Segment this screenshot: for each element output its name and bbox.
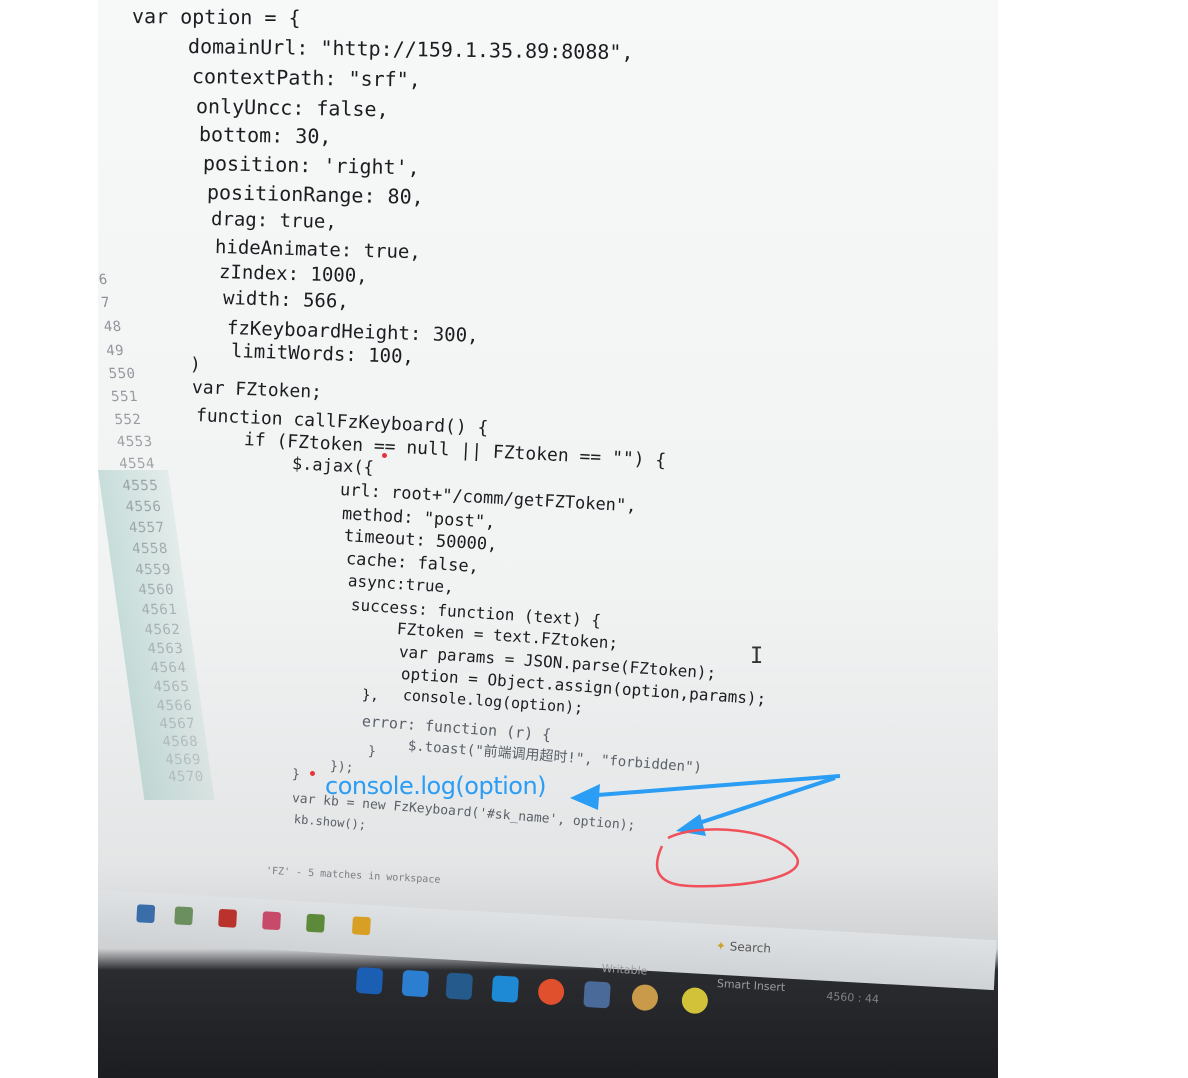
code-line[interactable]: }: [291, 767, 300, 783]
code-line[interactable]: $.ajax({: [291, 454, 374, 478]
line-number: 4555: [121, 478, 160, 494]
line-number: 4564: [149, 660, 188, 676]
toolbar-tool-icon[interactable]: [262, 911, 282, 931]
line-number: 4562: [143, 622, 182, 638]
line-number: 4570: [167, 769, 205, 785]
breakpoint-marker[interactable]: [310, 771, 315, 776]
text-cursor-icon: I: [750, 644, 764, 669]
line-number: 550: [107, 366, 137, 382]
code-line[interactable]: $.toast("前端调用超时!", "forbidden"): [407, 735, 702, 777]
code-line[interactable]: kb.show();: [293, 812, 366, 832]
line-number: 49: [105, 343, 126, 359]
code-line[interactable]: var option = {: [132, 4, 301, 30]
code-line[interactable]: var FZtoken;: [192, 377, 323, 403]
toolbar-tool-icon[interactable]: [174, 906, 194, 926]
line-number: 48: [102, 319, 123, 335]
line-number: 4568: [161, 734, 199, 750]
line-number: 552: [113, 412, 143, 428]
line-number: 4559: [134, 562, 172, 578]
search-tab[interactable]: ✦ Search: [715, 939, 771, 956]
toolbar-tool-icon[interactable]: [136, 904, 156, 924]
taskbar-app-icon[interactable]: [681, 986, 709, 1015]
edge-browser-icon[interactable]: [491, 975, 519, 1003]
line-number: 4553: [116, 434, 154, 450]
line-number: 4560: [137, 582, 175, 598]
code-line[interactable]: drag: true,: [211, 208, 337, 233]
monitor-photo: 6 7 48 49 550 551 552 4553 4554 4555 4556 4557 4558 4…: [98, 0, 998, 1078]
code-line[interactable]: onlyUncc: false,: [196, 94, 389, 121]
toolbar-tool-icon[interactable]: [218, 908, 238, 928]
code-line[interactable]: positionRange: 80,: [207, 180, 424, 209]
code-line[interactable]: ): [190, 354, 202, 375]
search-results-summary: 'FZ' - 5 matches in workspace: [265, 865, 441, 886]
code-line[interactable]: hideAnimate: true,: [215, 236, 421, 263]
code-line[interactable]: contextPath: "srf",: [192, 64, 421, 92]
line-number: 4558: [131, 541, 169, 557]
line-number: 7: [100, 295, 112, 311]
chrome-browser-icon[interactable]: [537, 978, 565, 1006]
code-line[interactable]: bottom: 30,: [199, 122, 332, 149]
code-line[interactable]: width: 566,: [223, 287, 349, 313]
line-number: 4557: [128, 520, 166, 536]
breakpoint-marker[interactable]: [382, 453, 387, 458]
search-icon: ✦: [715, 938, 727, 954]
line-number: 551: [110, 389, 139, 405]
taskbar-app-icon[interactable]: [445, 972, 474, 1001]
taskbar-app-icon[interactable]: [355, 966, 384, 995]
taskbar-app-icon[interactable]: [631, 983, 659, 1012]
status-insert-mode: Smart Insert: [716, 976, 786, 995]
taskbar-app-icon[interactable]: [401, 969, 430, 998]
line-number: 4556: [124, 499, 163, 515]
code-line[interactable]: }: [367, 744, 376, 760]
code-line[interactable]: },: [361, 687, 379, 704]
code-line[interactable]: zIndex: 1000,: [219, 261, 368, 287]
status-writable: Writable: [601, 961, 648, 978]
line-number: 4569: [164, 752, 202, 768]
line-number: 4563: [146, 641, 185, 657]
toolbar-tool-icon[interactable]: [305, 913, 325, 933]
status-cursor-position: 4560 : 44: [825, 989, 880, 1006]
taskbar-app-icon[interactable]: [583, 980, 611, 1009]
line-number: 6: [98, 272, 109, 288]
toolbar-tool-icon[interactable]: [351, 916, 371, 936]
annotation-label: console.log(option): [325, 772, 547, 800]
line-number: 4561: [140, 602, 179, 618]
code-line[interactable]: domainUrl: "http://159.1.35.89:8088",: [188, 34, 634, 64]
line-number: 4566: [155, 698, 194, 714]
line-number: 4567: [158, 716, 197, 732]
line-number: 4554: [118, 456, 156, 472]
code-line[interactable]: position: 'right',: [203, 151, 420, 180]
line-number: 4565: [152, 679, 191, 695]
search-tab-label: Search: [729, 939, 772, 956]
